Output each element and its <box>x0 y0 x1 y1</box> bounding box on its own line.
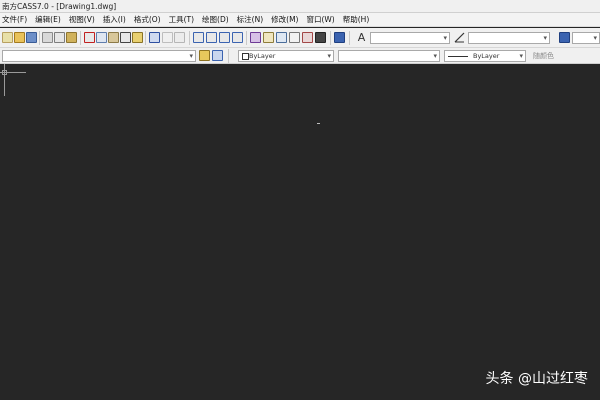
drawing-canvas[interactable] <box>0 64 600 400</box>
layers-properties-toolbar: ▾ ByLayer ▾ ▾ ByLayer ▾ 随颜色 <box>0 48 600 64</box>
window-title: 南方CASS7.0 - [Drawing1.dwg] <box>2 2 117 11</box>
undo-dropdown-icon[interactable] <box>162 32 173 43</box>
color-swatch <box>242 53 249 60</box>
menu-modify[interactable]: 修改(M) <box>267 14 302 25</box>
menu-dimension[interactable]: 标注(N) <box>233 14 267 25</box>
zoom-window-icon[interactable] <box>219 32 230 43</box>
dim-style-combo[interactable]: ▾ <box>468 32 550 44</box>
new-icon[interactable] <box>2 32 13 43</box>
zoom-realtime-icon[interactable] <box>206 32 217 43</box>
menu-draw[interactable]: 绘图(D) <box>198 14 233 25</box>
cut-icon[interactable] <box>84 32 95 43</box>
chevron-down-icon: ▾ <box>443 34 447 42</box>
print-icon[interactable] <box>42 32 53 43</box>
toolbar-separator <box>80 31 81 45</box>
title-bar: 南方CASS7.0 - [Drawing1.dwg] <box>0 0 600 13</box>
toolbar-separator <box>330 31 331 45</box>
match-properties-icon[interactable] <box>120 32 131 43</box>
chevron-down-icon: ▾ <box>189 52 193 60</box>
table-style-combo[interactable]: ▾ <box>572 32 600 44</box>
menu-view[interactable]: 视图(V) <box>65 14 99 25</box>
text-style-combo[interactable]: ▾ <box>370 32 450 44</box>
menu-format[interactable]: 格式(O) <box>130 14 165 25</box>
markup-icon[interactable] <box>302 32 313 43</box>
color-combo[interactable]: ByLayer ▾ <box>238 50 334 62</box>
chevron-down-icon: ▾ <box>593 34 597 42</box>
menu-help[interactable]: 帮助(H) <box>339 14 374 25</box>
toolbar-separator <box>349 31 350 45</box>
linetype-combo[interactable]: ▾ <box>338 50 440 62</box>
pan-icon[interactable] <box>193 32 204 43</box>
menu-bar: 文件(F) 编辑(E) 视图(V) 插入(I) 格式(O) 工具(T) 绘图(D… <box>0 13 600 27</box>
lineweight-combo[interactable]: ByLayer ▾ <box>444 50 526 62</box>
copy-icon[interactable] <box>96 32 107 43</box>
open-folder-icon[interactable] <box>14 32 25 43</box>
save-icon[interactable] <box>26 32 37 43</box>
menu-file[interactable]: 文件(F) <box>0 14 31 25</box>
paste-icon[interactable] <box>108 32 119 43</box>
ucs-crosshair-vertical <box>4 64 5 96</box>
publish-icon[interactable] <box>66 32 77 43</box>
menu-edit[interactable]: 编辑(E) <box>31 14 65 25</box>
menu-insert[interactable]: 插入(I) <box>99 14 130 25</box>
print-preview-icon[interactable] <box>54 32 65 43</box>
chevron-down-icon: ▾ <box>519 52 523 60</box>
layer-combo[interactable]: ▾ <box>2 50 196 62</box>
undo-icon[interactable] <box>149 32 160 43</box>
watermark-text: 头条 @山过红枣 <box>485 371 588 387</box>
properties-icon[interactable] <box>250 32 261 43</box>
make-current-layer-icon[interactable] <box>199 50 210 61</box>
chevron-down-icon: ▾ <box>327 52 331 60</box>
toolbar-separator <box>246 31 247 45</box>
chevron-down-icon: ▾ <box>543 34 547 42</box>
dim-style-glyph <box>454 32 465 43</box>
brush-icon[interactable] <box>132 32 143 43</box>
text-style-icon[interactable]: A <box>356 32 367 43</box>
lineweight-sample <box>448 56 468 57</box>
cursor-pickbox <box>2 70 7 75</box>
toolbar-separator <box>39 31 40 45</box>
table-style-icon[interactable] <box>559 32 570 43</box>
drawing-point <box>317 123 320 124</box>
toolbar-separator <box>228 49 229 63</box>
menu-window[interactable]: 窗口(W) <box>302 14 338 25</box>
zoom-previous-icon[interactable] <box>232 32 243 43</box>
layer-previous-icon[interactable] <box>212 50 223 61</box>
color-value: ByLayer <box>249 52 276 60</box>
tool-palettes-icon[interactable] <box>276 32 287 43</box>
lineweight-value: ByLayer <box>473 52 500 60</box>
toolbar-separator <box>189 31 190 45</box>
design-center-icon[interactable] <box>263 32 274 43</box>
redo-icon[interactable] <box>174 32 185 43</box>
dim-style-icon[interactable] <box>454 32 465 43</box>
plot-style-label: 随颜色 <box>533 52 554 60</box>
chevron-down-icon: ▾ <box>433 52 437 60</box>
menu-tools[interactable]: 工具(T) <box>165 14 198 25</box>
standard-toolbar: A ▾ ▾ ▾ <box>0 28 600 48</box>
toolbar-separator <box>145 31 146 45</box>
help-icon[interactable] <box>334 32 345 43</box>
calculator-icon[interactable] <box>315 32 326 43</box>
sheet-set-icon[interactable] <box>289 32 300 43</box>
